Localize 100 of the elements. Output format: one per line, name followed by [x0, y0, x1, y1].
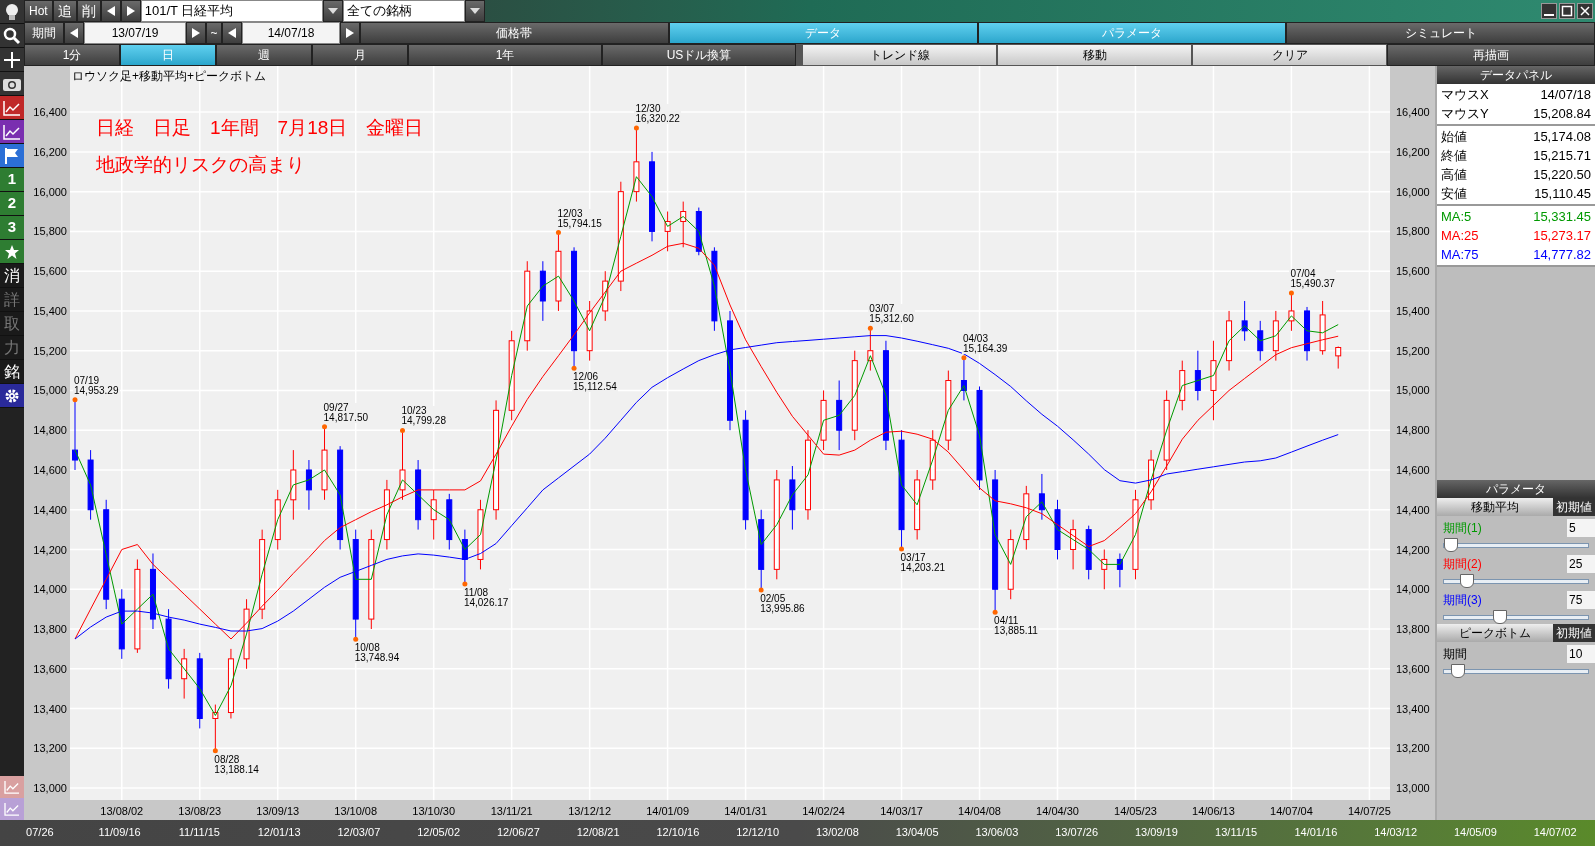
y-axis-label: 16,000: [33, 186, 67, 198]
toolbar-button[interactable]: 銘: [0, 360, 24, 384]
parameter-label: 期間(2): [1443, 556, 1482, 573]
slider-thumb[interactable]: [1450, 663, 1465, 678]
reset-button[interactable]: 初期値: [1553, 624, 1595, 642]
section-header: ピークボトム: [1437, 624, 1553, 642]
candlestick: [1116, 553, 1123, 588]
slider-thumb[interactable]: [1459, 573, 1474, 588]
toolbar-button[interactable]: 3: [0, 216, 24, 240]
hot-button[interactable]: Hot: [24, 0, 53, 22]
timeline-label: 13/04/05: [894, 825, 940, 840]
peak-label: 04/03 15,164.39: [961, 333, 1009, 354]
candlestick: [446, 493, 453, 550]
previous-button[interactable]: [222, 22, 242, 44]
y-axis-label: 16,000: [1396, 186, 1430, 198]
next-button[interactable]: [120, 0, 141, 22]
toolbar-button[interactable]: 2: [0, 192, 24, 216]
right-arrow-icon: [125, 5, 136, 17]
crosshair-icon[interactable]: [3, 50, 21, 69]
parameter-field[interactable]: 10: [1567, 645, 1595, 663]
lightbulb-icon[interactable]: [5, 2, 19, 21]
data-value: 15,215.71: [1533, 146, 1591, 165]
close-icon[interactable]: [1577, 3, 1593, 19]
data-value: 15,331.45: [1533, 207, 1591, 226]
timeline-label: 13/06/03: [974, 825, 1020, 840]
star-icon[interactable]: [4, 243, 20, 260]
data-value: 14/07/18: [1540, 85, 1591, 104]
start-date-field[interactable]: 13/07/19: [84, 22, 186, 44]
data-label: 始値: [1441, 127, 1467, 146]
peak-marker: [353, 636, 359, 642]
tool-button[interactable]: クリア: [1192, 44, 1387, 66]
interval-tab[interactable]: 週: [216, 44, 312, 66]
y-axis-label: 14,200: [1396, 544, 1430, 556]
y-axis-label: 15,400: [1396, 305, 1430, 317]
timeline-label: 12/05/02: [416, 825, 462, 840]
y-axis-label: 15,800: [1396, 226, 1430, 238]
x-axis-label: 13/08/02: [100, 804, 144, 819]
interval-tab[interactable]: 1分: [24, 44, 120, 66]
parameter-field[interactable]: 25: [1567, 555, 1595, 573]
dropdown-button[interactable]: [322, 0, 343, 22]
y-axis-label: 15,000: [1396, 385, 1430, 397]
panel-tab[interactable]: シミュレート: [1286, 22, 1595, 44]
timeline-label: 14/05/09: [1452, 825, 1498, 840]
symbol-field[interactable]: 101/T 日経平均: [140, 0, 323, 22]
peak-marker: [400, 427, 405, 433]
candlestick: [415, 459, 422, 531]
slider-thumb[interactable]: [1493, 609, 1508, 624]
panel-tab[interactable]: 価格帯: [360, 22, 669, 44]
peak-label: 12/30 16,320.22: [634, 104, 681, 124]
previous-button[interactable]: [64, 22, 84, 44]
chart-note: 日経 日足 1年間 7月18日 金曜日: [96, 116, 424, 140]
tool-button[interactable]: 移動: [997, 44, 1192, 66]
period-label: 期間: [24, 22, 64, 44]
tool-button[interactable]: トレンド線: [802, 44, 997, 66]
candlestick: [1194, 350, 1201, 401]
interval-tab[interactable]: 1年: [408, 44, 602, 66]
x-axis-label: 13/08/23: [178, 804, 222, 819]
x-axis-label: 13/09/13: [256, 804, 300, 819]
y-axis-label: 13,000: [1396, 783, 1430, 795]
minimize-icon[interactable]: [1541, 3, 1557, 19]
toolbar-button[interactable]: 1: [0, 168, 24, 192]
y-axis-label: 14,800: [33, 425, 67, 437]
candlestick: [1038, 473, 1045, 521]
maximize-icon[interactable]: [1559, 3, 1575, 19]
candlestick: [461, 529, 468, 585]
parameter-field[interactable]: 5: [1567, 519, 1595, 537]
reset-button[interactable]: 初期値: [1553, 498, 1595, 516]
next-button[interactable]: [340, 22, 360, 44]
interval-tab[interactable]: 月: [312, 44, 408, 66]
previous-button[interactable]: [100, 0, 121, 22]
candlestick: [1054, 499, 1061, 560]
peak-marker: [867, 325, 873, 331]
redraw-button[interactable]: 再描画: [1387, 44, 1595, 66]
settings-icon[interactable]: [4, 387, 20, 404]
add-button[interactable]: 追: [52, 0, 77, 22]
toolbar-button[interactable]: 消: [0, 264, 24, 288]
chart-title: ロウソク足+移動平均+ピークボトム: [72, 68, 266, 85]
y-axis-label: 13,200: [1396, 743, 1430, 755]
delete-button[interactable]: 削: [76, 0, 101, 22]
dropdown-button[interactable]: [464, 0, 485, 22]
search-icon[interactable]: [3, 26, 21, 45]
end-date-field[interactable]: 14/07/18: [242, 22, 340, 44]
slider-thumb[interactable]: [1444, 537, 1458, 552]
data-label: マウスY: [1441, 104, 1489, 123]
line-chart-icon[interactable]: [3, 123, 21, 140]
group-field[interactable]: 全ての銘柄: [342, 0, 465, 22]
x-axis-label: 14/01/09: [646, 804, 689, 819]
tilde-label: ~: [206, 22, 222, 44]
x-axis-label: 14/04/30: [1036, 804, 1079, 819]
toolbar-separator: [796, 44, 802, 66]
flag-icon[interactable]: [4, 146, 20, 165]
peak-label: 04/11 13,885.11: [993, 616, 1039, 637]
interval-tab[interactable]: USドル換算: [602, 44, 796, 66]
line-chart-icon[interactable]: [3, 99, 21, 116]
parameter-field[interactable]: 75: [1567, 591, 1595, 609]
peak-marker: [1288, 290, 1294, 296]
data-label: MA:5: [1441, 207, 1472, 226]
peak-marker: [961, 355, 967, 361]
y-axis-label: 13,800: [1396, 624, 1430, 635]
next-button[interactable]: [186, 22, 206, 44]
